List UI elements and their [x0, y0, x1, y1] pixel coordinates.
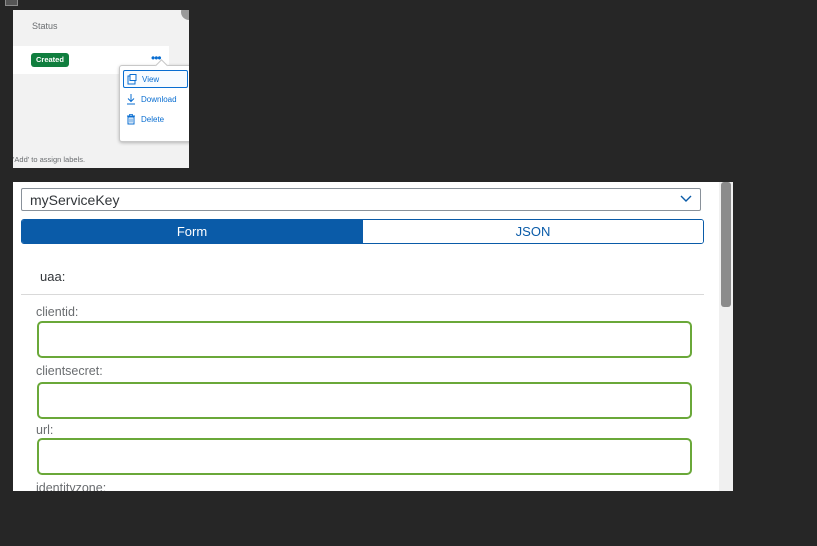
service-key-value: myServiceKey	[30, 192, 120, 208]
identityzone-label: identityzone:	[36, 481, 107, 491]
download-icon	[127, 93, 135, 104]
clientid-label: clientid:	[36, 305, 79, 319]
menu-item-label: Delete	[141, 114, 165, 124]
menu-item-delete[interactable]: Delete	[123, 111, 186, 127]
section-title-uaa: uaa:	[40, 269, 66, 284]
section-divider	[21, 294, 704, 295]
scrollbar[interactable]	[719, 182, 733, 491]
tab-form[interactable]: Form	[22, 220, 362, 243]
view-mode-toggle: Form JSON	[21, 219, 704, 244]
service-key-select[interactable]: myServiceKey	[21, 188, 701, 211]
context-menu: View Download Delete	[119, 59, 189, 142]
table-header: Status	[13, 10, 189, 46]
url-label: url:	[36, 423, 54, 437]
service-key-panel: myServiceKey Form JSON uaa: clientid: cl…	[13, 182, 733, 491]
menu-item-label: Download	[141, 94, 177, 104]
labels-hint-text: 'Add' to assign labels.	[13, 155, 86, 164]
trash-icon	[127, 113, 135, 124]
chevron-down-icon	[680, 195, 692, 202]
clientsecret-label: clientsecret:	[36, 364, 103, 378]
status-badge: Created	[31, 53, 69, 67]
menu-item-label: View	[142, 74, 160, 84]
menu-item-view[interactable]: View	[123, 70, 188, 88]
status-column-header: Status	[32, 21, 58, 31]
thumbnail-preview: Status Created ••• View Download Delete …	[13, 10, 189, 168]
view-icon	[127, 73, 137, 84]
url-field[interactable]	[37, 438, 692, 475]
menu-item-download[interactable]: Download	[123, 91, 186, 107]
window-corner-box	[5, 0, 18, 6]
scrollbar-thumb[interactable]	[721, 182, 731, 307]
clientid-field[interactable]	[37, 321, 692, 358]
tab-json[interactable]: JSON	[362, 220, 703, 243]
clientsecret-field[interactable]	[37, 382, 692, 419]
